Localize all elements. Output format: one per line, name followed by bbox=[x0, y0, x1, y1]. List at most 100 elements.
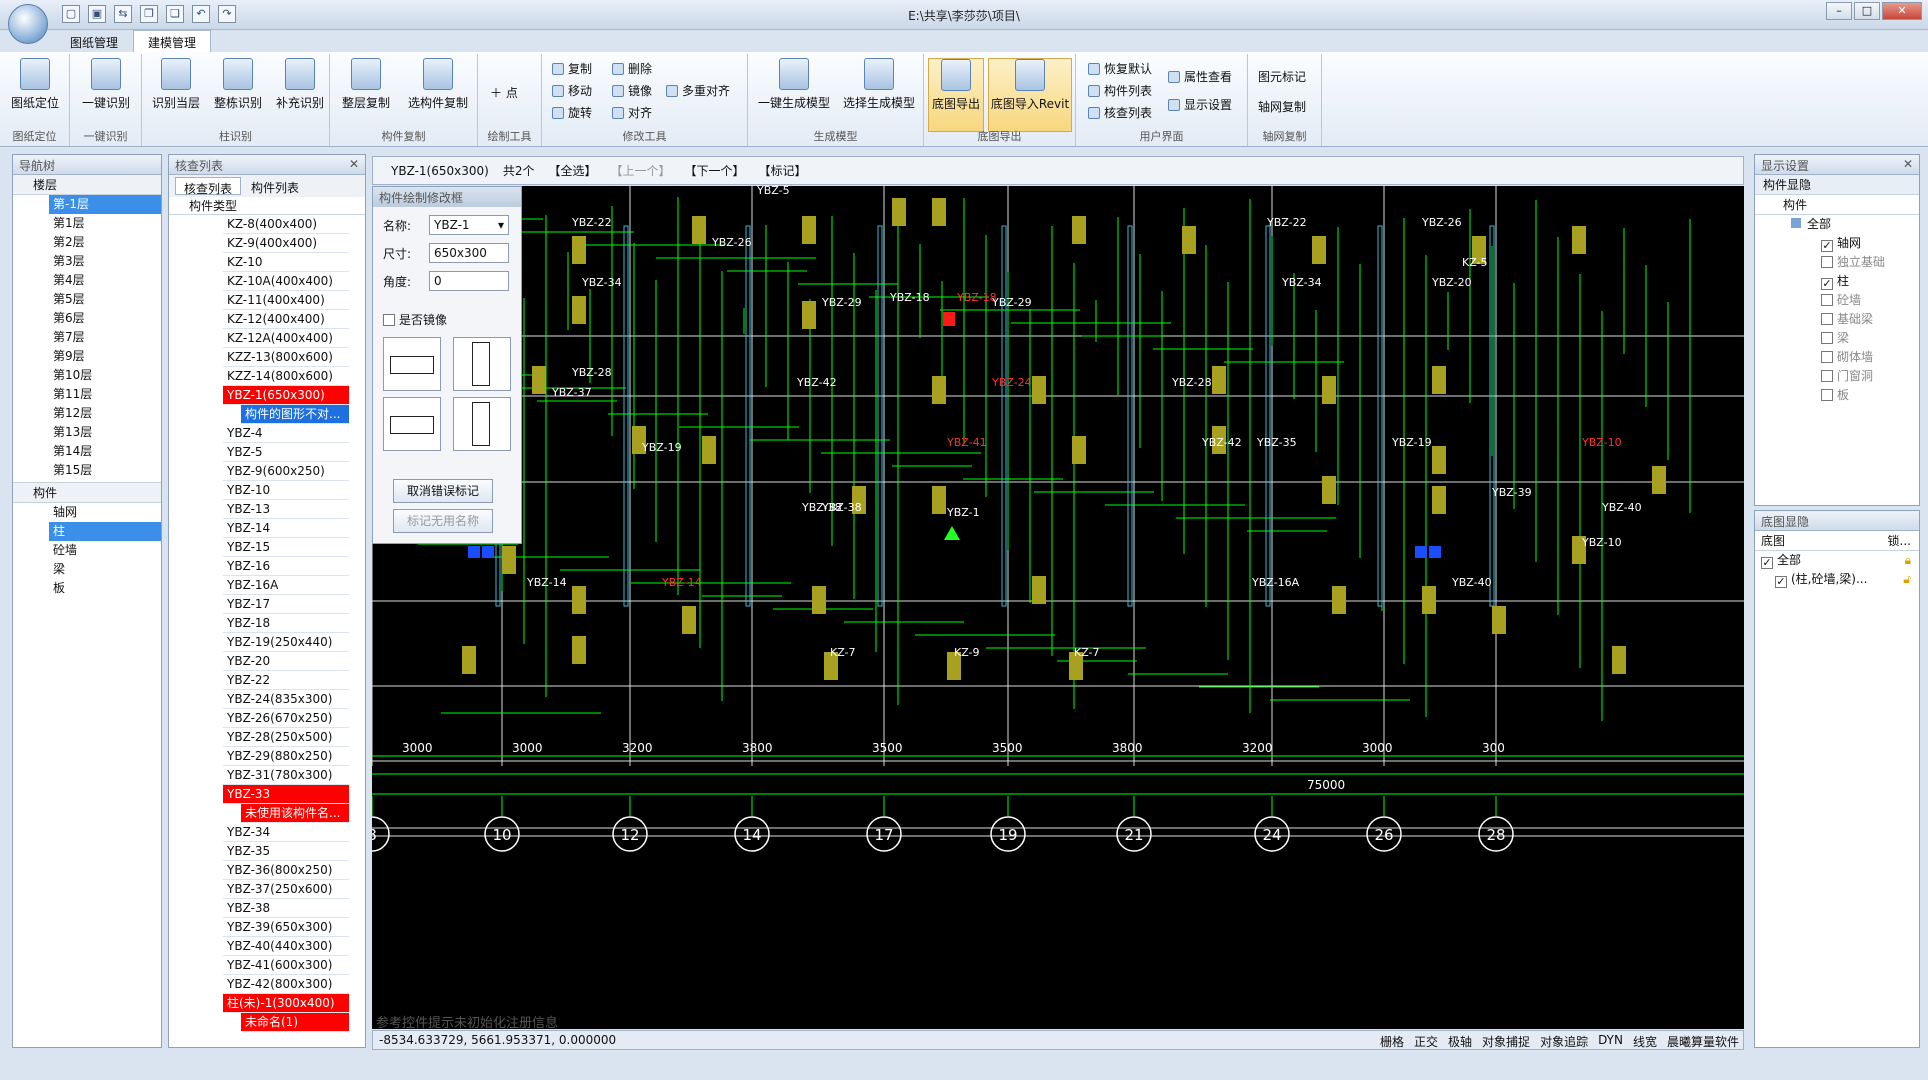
component-item[interactable]: 柱 bbox=[49, 522, 161, 541]
check-item[interactable]: YBZ-39(650x300) bbox=[223, 918, 349, 937]
tab-component-list[interactable]: 构件列表 bbox=[243, 177, 307, 195]
check-item[interactable]: 构件的图形不对... bbox=[241, 405, 349, 424]
check-item[interactable]: KZZ-13(800x600) bbox=[223, 348, 349, 367]
display-item[interactable]: 板 bbox=[1817, 386, 1919, 405]
shape-horizontal-bottom[interactable] bbox=[383, 397, 441, 451]
attr-view-button[interactable]: 属性查看 bbox=[1168, 68, 1232, 85]
delete-button[interactable]: 删除 bbox=[612, 60, 652, 77]
size-field[interactable]: 650x300 bbox=[429, 243, 509, 263]
mark-button[interactable]: 【标记】 bbox=[759, 162, 807, 179]
onekey-button[interactable]: 一键识别 bbox=[76, 58, 136, 111]
floor-item[interactable]: 第1层 bbox=[49, 214, 161, 233]
check-item[interactable]: YBZ-41(600x300) bbox=[223, 956, 349, 975]
check-item[interactable]: YBZ-42(800x300) bbox=[223, 975, 349, 994]
floor-item[interactable]: 第15层 bbox=[49, 461, 161, 480]
display-item[interactable]: 基础梁 bbox=[1817, 310, 1919, 329]
check-item[interactable]: YBZ-26(670x250) bbox=[223, 709, 349, 728]
supplement-button[interactable]: 补充识别 bbox=[270, 58, 330, 111]
floor-item[interactable]: 第11层 bbox=[49, 385, 161, 404]
floor-item[interactable]: 第13层 bbox=[49, 423, 161, 442]
floor-item[interactable]: 第9层 bbox=[49, 347, 161, 366]
floor-item[interactable]: 第10层 bbox=[49, 366, 161, 385]
status-toggle[interactable]: 线宽 bbox=[1633, 1033, 1657, 1050]
tab-drawing[interactable]: 图纸管理 bbox=[55, 30, 133, 52]
display-item[interactable]: 砼墙 bbox=[1817, 291, 1919, 310]
display-item[interactable]: 独立基础 bbox=[1817, 253, 1919, 272]
next-button[interactable]: 【下一个】 bbox=[684, 162, 744, 179]
check-item[interactable]: YBZ-37(250x600) bbox=[223, 880, 349, 899]
shape-vertical-right[interactable] bbox=[453, 337, 511, 391]
check-item[interactable]: YBZ-4 bbox=[223, 424, 349, 443]
check-item[interactable]: YBZ-36(800x250) bbox=[223, 861, 349, 880]
check-item[interactable]: KZ-9(400x400) bbox=[223, 234, 349, 253]
element-mark-button[interactable]: 图元标记 bbox=[1258, 68, 1306, 85]
check-item[interactable]: YBZ-38 bbox=[223, 899, 349, 918]
layer-copy-button[interactable]: 整层复制 bbox=[336, 58, 396, 111]
check-item[interactable]: YBZ-9(600x250) bbox=[223, 462, 349, 481]
import-revit-button[interactable]: 底图导入Revit bbox=[988, 58, 1072, 132]
check-item[interactable]: YBZ-18 bbox=[223, 614, 349, 633]
check-item[interactable]: 未使用该构件名... bbox=[241, 804, 349, 823]
check-item[interactable]: KZ-12(400x400) bbox=[223, 310, 349, 329]
close-icon[interactable]: ✕ bbox=[349, 157, 359, 171]
check-item[interactable]: 未命名(1) bbox=[241, 1013, 349, 1032]
floor-item[interactable]: 第-1层 bbox=[49, 195, 161, 214]
component-list-button[interactable]: 构件列表 bbox=[1088, 82, 1152, 99]
multi-align-button[interactable]: 多重对齐 bbox=[666, 82, 730, 99]
shape-vertical-left[interactable] bbox=[453, 397, 511, 451]
copy-button[interactable]: 复制 bbox=[552, 60, 592, 77]
component-item[interactable]: 轴网 bbox=[49, 503, 161, 522]
check-item[interactable]: KZ-12A(400x400) bbox=[223, 329, 349, 348]
mirror-checkbox[interactable]: 是否镜像 bbox=[383, 311, 447, 328]
close-icon[interactable]: ✕ bbox=[1903, 157, 1913, 171]
check-item[interactable]: YBZ-16A bbox=[223, 576, 349, 595]
floor-item[interactable]: 第3层 bbox=[49, 252, 161, 271]
minimize-icon[interactable]: – bbox=[1826, 2, 1852, 20]
check-item[interactable]: KZ-10A(400x400) bbox=[223, 272, 349, 291]
basemap-item-row[interactable]: ✓ (柱,砼墙,梁)... 🔓︎ bbox=[1755, 570, 1919, 589]
point-button[interactable]: ＋ 点 bbox=[490, 84, 518, 101]
check-item[interactable]: YBZ-24(835x300) bbox=[223, 690, 349, 709]
shape-horizontal-top[interactable] bbox=[383, 337, 441, 391]
check-item[interactable]: YBZ-35 bbox=[223, 842, 349, 861]
grid-copy-button[interactable]: 轴网复制 bbox=[1258, 98, 1306, 115]
component-item[interactable]: 砼墙 bbox=[49, 541, 161, 560]
floor-item[interactable]: 第4层 bbox=[49, 271, 161, 290]
tab-modeling[interactable]: 建模管理 bbox=[133, 30, 212, 52]
select-copy-button[interactable]: 选构件复制 bbox=[402, 58, 474, 111]
check-item[interactable]: YBZ-20 bbox=[223, 652, 349, 671]
status-toggle[interactable]: 栅格 bbox=[1380, 1033, 1404, 1050]
basemap-all-row[interactable]: ✓ 全部 🔒︎ bbox=[1755, 551, 1919, 570]
display-settings-button[interactable]: 显示设置 bbox=[1168, 96, 1232, 113]
status-toggle[interactable]: 对象追踪 bbox=[1540, 1033, 1588, 1050]
status-toggle[interactable]: 极轴 bbox=[1448, 1033, 1472, 1050]
check-item[interactable]: YBZ-13 bbox=[223, 500, 349, 519]
close-icon[interactable]: ✕ bbox=[1882, 2, 1922, 20]
cancel-mark-button[interactable]: 取消错误标记 bbox=[393, 479, 493, 503]
status-toggle[interactable]: 对象捕捉 bbox=[1482, 1033, 1530, 1050]
maximize-icon[interactable]: □ bbox=[1854, 2, 1880, 20]
generate-model-button[interactable]: 一键生成模型 bbox=[754, 58, 834, 111]
check-item[interactable]: YBZ-22 bbox=[223, 671, 349, 690]
app-menu-button[interactable] bbox=[8, 4, 48, 44]
recognize-current-button[interactable]: 识别当层 bbox=[146, 58, 206, 111]
floor-item[interactable]: 第12层 bbox=[49, 404, 161, 423]
cad-canvas[interactable]: YBZ-22 YBZ-22 YBZ-26 YBZ-20 YBZ-34 YBZ-5 YBZ-2… bbox=[372, 186, 1744, 1029]
component-item[interactable]: 梁 bbox=[49, 560, 161, 579]
display-item[interactable]: ✓ 轴网 bbox=[1817, 234, 1919, 253]
lock-icon[interactable]: 🔒︎ bbox=[1905, 551, 1911, 570]
display-item[interactable]: ✓ 柱 bbox=[1817, 272, 1919, 291]
check-item[interactable]: 柱(未)-1(300x400) bbox=[223, 994, 349, 1013]
tab-check-list[interactable]: 核查列表 bbox=[175, 177, 242, 196]
recognize-whole-button[interactable]: 整栋识别 bbox=[208, 58, 268, 111]
check-item[interactable]: YBZ-1(650x300) bbox=[223, 386, 349, 405]
mirror-button[interactable]: 镜像 bbox=[612, 82, 652, 99]
check-item[interactable]: YBZ-14 bbox=[223, 519, 349, 538]
floor-item[interactable]: 第6层 bbox=[49, 309, 161, 328]
select-generate-button[interactable]: 选择生成模型 bbox=[838, 58, 920, 111]
check-item[interactable]: YBZ-29(880x250) bbox=[223, 747, 349, 766]
export-base-button[interactable]: 底图导出 bbox=[928, 58, 984, 132]
check-item[interactable]: YBZ-33 bbox=[223, 785, 349, 804]
display-item[interactable]: 门窗洞 bbox=[1817, 367, 1919, 386]
check-item[interactable]: KZ-8(400x400) bbox=[223, 215, 349, 234]
